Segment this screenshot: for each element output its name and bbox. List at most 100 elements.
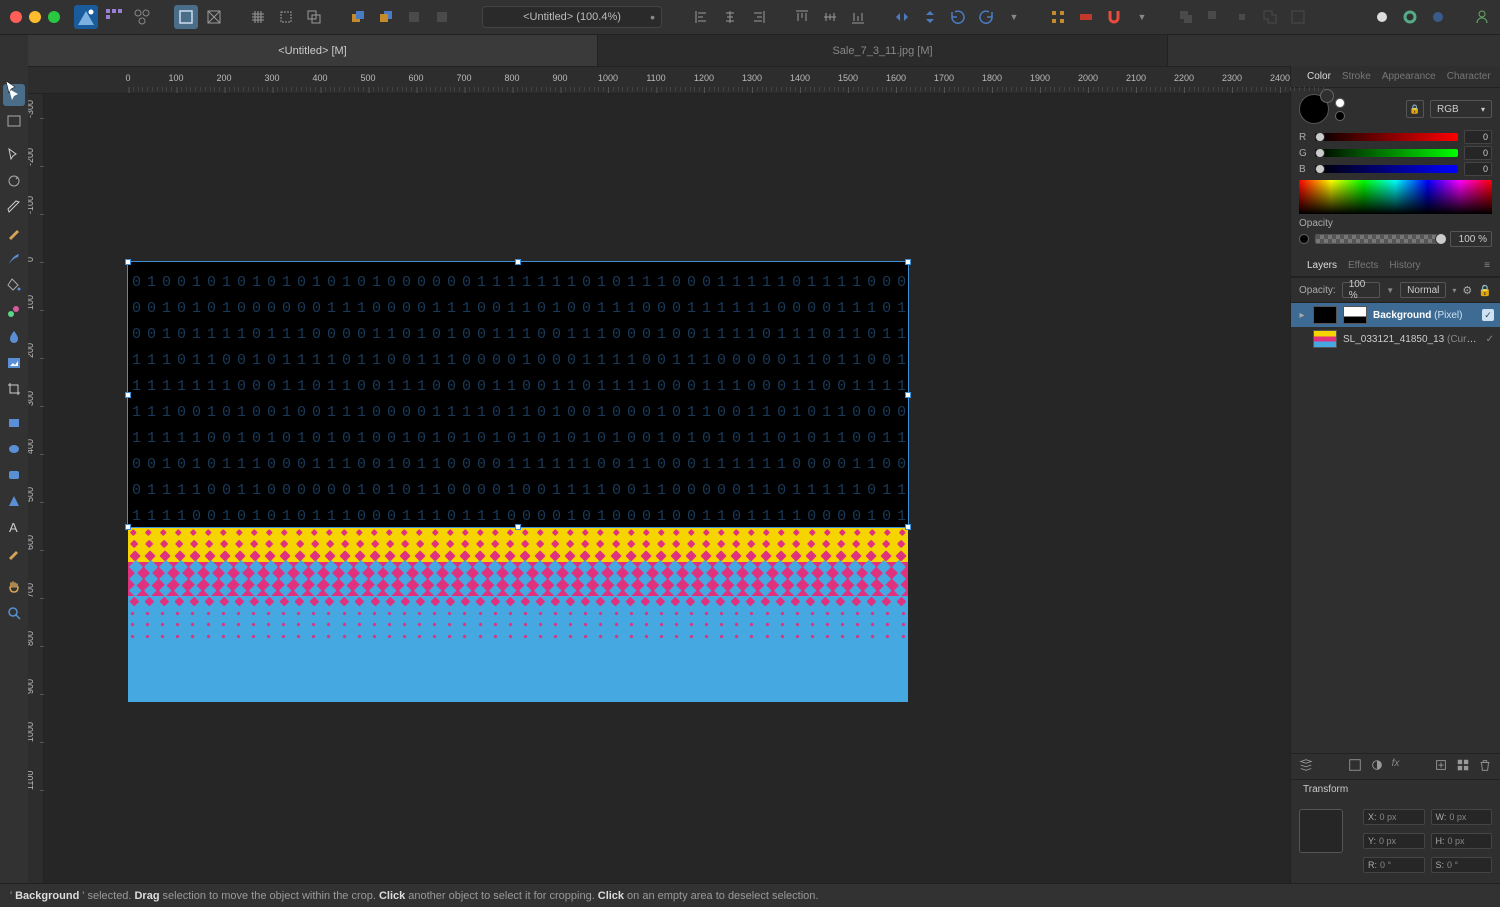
node-tool[interactable] (3, 144, 25, 166)
persona-photo[interactable] (74, 5, 98, 29)
view-mode-button-2[interactable] (202, 5, 226, 29)
b-value[interactable]: 0 (1464, 162, 1492, 176)
layers-opacity-value[interactable]: 100 % (1342, 282, 1381, 298)
transform-x-field[interactable]: X:0 px (1363, 809, 1425, 825)
tab-character[interactable]: Character (1443, 71, 1495, 82)
align-bottom-button[interactable] (846, 5, 870, 29)
maximize-window-button[interactable] (48, 11, 60, 23)
text-tool[interactable]: A (3, 516, 25, 538)
view-tool[interactable] (3, 110, 25, 132)
r-slider[interactable] (1315, 133, 1458, 141)
opacity-slider[interactable] (1315, 234, 1444, 244)
tab-appearance[interactable]: Appearance (1378, 71, 1440, 82)
close-window-button[interactable] (10, 11, 22, 23)
crop-tool[interactable] (3, 378, 25, 400)
triangle-tool[interactable] (3, 490, 25, 512)
layer-visibility-checkbox[interactable]: ✓ (1486, 334, 1494, 345)
transform-h-field[interactable]: H:0 px (1431, 833, 1493, 849)
transparency-tool[interactable] (3, 326, 25, 348)
ellipse-tool[interactable] (3, 438, 25, 460)
rectangle-tool[interactable] (3, 412, 25, 434)
anchor-point-widget[interactable] (1299, 809, 1343, 853)
layer-visibility-checkbox[interactable]: ✓ (1482, 309, 1494, 321)
opacity-value[interactable]: 100 % (1450, 231, 1492, 247)
layers-lock-icon[interactable]: 🔒 (1478, 284, 1492, 297)
place-image-tool[interactable] (3, 352, 25, 374)
fill-tool[interactable] (3, 274, 25, 296)
arrange-front-button[interactable] (346, 5, 370, 29)
guides-button[interactable] (274, 5, 298, 29)
vertical-ruler[interactable]: -300-200-1000100200300400500600700800900… (28, 94, 44, 883)
document-tab-1[interactable]: Sale_7_3_11.jpg [M] (598, 35, 1168, 66)
mask-layer-icon[interactable] (1348, 758, 1362, 775)
tab-layers[interactable]: Layers (1303, 260, 1341, 271)
align-hcenter-button[interactable] (718, 5, 742, 29)
pen-tool[interactable] (3, 196, 25, 218)
rotate-ccw-button[interactable] (946, 5, 970, 29)
rotate-cw-button[interactable] (974, 5, 998, 29)
snap-options-button[interactable]: ▼ (1130, 5, 1154, 29)
transform-w-field[interactable]: W:0 px (1431, 809, 1493, 825)
layer-row-0[interactable]: ▸ Background (Pixel) ✓ (1291, 303, 1500, 327)
account-button[interactable] (1470, 5, 1494, 29)
boolean-add-button[interactable] (1174, 5, 1198, 29)
align-vcenter-button[interactable] (818, 5, 842, 29)
zoom-tool[interactable] (3, 602, 25, 624)
secondary-swatch[interactable] (1335, 111, 1345, 121)
swap-swatch[interactable] (1335, 98, 1345, 108)
flip-v-button[interactable] (918, 5, 942, 29)
align-right-button[interactable] (746, 5, 770, 29)
fill-swatch[interactable] (1299, 94, 1329, 124)
g-value[interactable]: 0 (1464, 146, 1492, 160)
snap-grid-button[interactable] (1046, 5, 1070, 29)
arrange-backward-button[interactable] (430, 5, 454, 29)
canvas[interactable]: 0100101010101010100000011111110101110001… (44, 94, 1290, 883)
document-title[interactable]: <Untitled> (100.4%) • (482, 6, 662, 28)
layer-group-icon[interactable] (1299, 758, 1313, 775)
fx-layer-icon[interactable]: fx (1392, 758, 1400, 775)
assistant-button-3[interactable] (1426, 5, 1450, 29)
arrange-back-button[interactable] (374, 5, 398, 29)
transform-y-field[interactable]: Y:0 px (1363, 833, 1425, 849)
color-picker-tool[interactable] (3, 542, 25, 564)
gradient-tool[interactable] (3, 300, 25, 322)
snap-magnet-button[interactable] (1102, 5, 1126, 29)
transform-s-field[interactable]: S:0 ° (1431, 857, 1493, 873)
boolean-intersect-button[interactable] (1230, 5, 1254, 29)
snap-pixel-button[interactable] (1074, 5, 1098, 29)
view-mode-button-1[interactable] (174, 5, 198, 29)
delete-layer-icon[interactable] (1478, 758, 1492, 775)
color-mode-select[interactable]: RGB▾ (1430, 100, 1492, 118)
tab-color[interactable]: Color (1303, 71, 1335, 82)
boolean-divide-button[interactable] (1286, 5, 1310, 29)
horizontal-ruler[interactable]: 0100200300400500600700800900100011001200… (28, 66, 1290, 94)
boolean-subtract-button[interactable] (1202, 5, 1226, 29)
minimize-window-button[interactable] (29, 11, 41, 23)
more-transforms-button[interactable]: ▼ (1002, 5, 1026, 29)
layers-panel-menu-icon[interactable]: ≡ (1480, 260, 1494, 271)
assistant-button-2[interactable] (1398, 5, 1422, 29)
transform-studio-button[interactable] (302, 5, 326, 29)
grid-button[interactable] (246, 5, 270, 29)
brush-tool[interactable] (3, 248, 25, 270)
adjustment-layer-icon[interactable] (1370, 758, 1384, 775)
layers-settings-icon[interactable]: ⚙ (1462, 284, 1472, 297)
g-slider[interactable] (1315, 149, 1458, 157)
tab-effects[interactable]: Effects (1344, 260, 1382, 271)
b-slider[interactable] (1315, 165, 1458, 173)
spectrum-picker[interactable] (1299, 180, 1492, 214)
r-value[interactable]: 0 (1464, 130, 1492, 144)
corner-tool[interactable] (3, 170, 25, 192)
flip-h-button[interactable] (890, 5, 914, 29)
arrange-forward-button[interactable] (402, 5, 426, 29)
tab-history[interactable]: History (1385, 260, 1424, 271)
assistant-button-1[interactable] (1370, 5, 1394, 29)
hand-tool[interactable] (3, 576, 25, 598)
align-top-button[interactable] (790, 5, 814, 29)
transform-r-field[interactable]: R:0 ° (1363, 857, 1425, 873)
document-tab-0[interactable]: <Untitled> [M] (28, 35, 598, 66)
persona-develop[interactable] (130, 5, 154, 29)
layer-row-1[interactable]: SL_033121_41850_13 (Curve) ✓ (1291, 327, 1500, 351)
rounded-rect-tool[interactable] (3, 464, 25, 486)
add-pixel-layer-icon[interactable] (1456, 758, 1470, 775)
